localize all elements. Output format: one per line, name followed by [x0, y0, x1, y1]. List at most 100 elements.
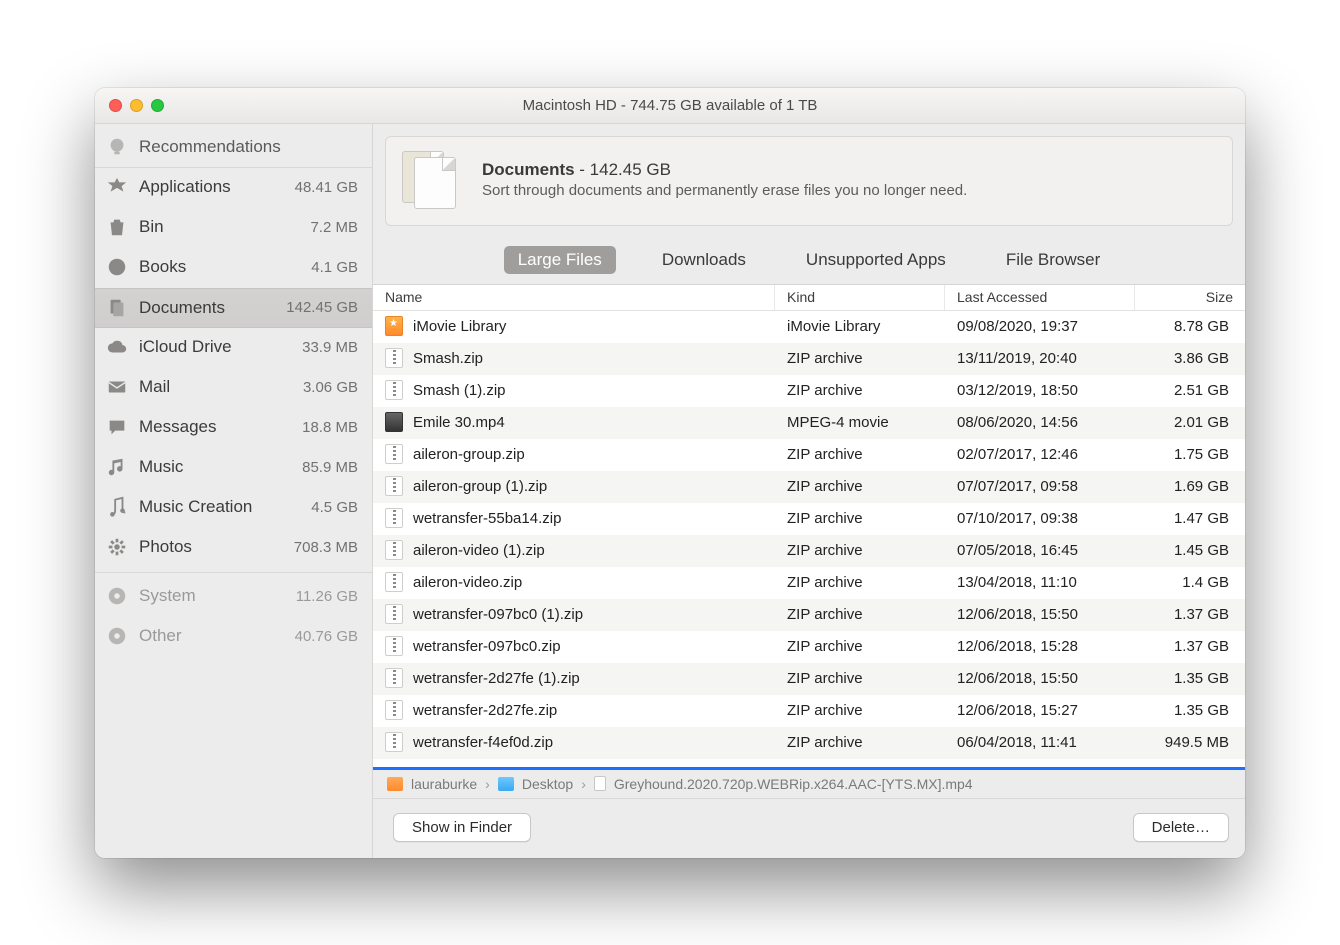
sidebar-item-music-creation[interactable]: Music Creation 4.5 GB [95, 488, 372, 528]
path-segment-file[interactable]: Greyhound.2020.720p.WEBRip.x264.AAC-[YTS… [614, 776, 973, 792]
table-row[interactable]: wetransfer-2d27fe.zipZIP archive12/06/20… [373, 695, 1245, 727]
file-last-accessed: 07/05/2018, 16:45 [945, 542, 1135, 559]
sidebar-item-icloud-drive[interactable]: iCloud Drive 33.9 MB [95, 328, 372, 368]
file-name: aileron-group (1).zip [413, 478, 547, 495]
table-row[interactable]: wetransfer-097bc0 (1).zipZIP archive12/0… [373, 599, 1245, 631]
table-row[interactable]: wetransfer-f4ef0d.zipZIP archive06/04/20… [373, 727, 1245, 759]
sidebar-item-applications[interactable]: Applications48.41 GB [95, 168, 372, 208]
documents-stack-icon [402, 151, 464, 209]
file-last-accessed: 12/06/2018, 15:28 [945, 638, 1135, 655]
disc-icon [105, 584, 129, 608]
table-row[interactable]: wetransfer-2d27fe (1).zip ZIP archive12/0… [373, 663, 1245, 695]
sidebar-item-label: Books [139, 257, 301, 277]
zip-file-icon [385, 700, 403, 720]
column-header-last-accessed[interactable]: Last Accessed [945, 285, 1135, 310]
file-name: Emile 30.mp4 [413, 414, 505, 431]
home-folder-icon [387, 777, 403, 791]
icloud-icon [105, 335, 129, 359]
table-row[interactable]: iMovie LibraryiMovie Library09/08/2020, … [373, 311, 1245, 343]
column-header-size[interactable]: Size [1135, 285, 1245, 310]
sidebar-item-label: Mail [139, 377, 293, 397]
sidebar-item-label: Applications [139, 177, 285, 197]
sidebar-item-size: 18.8 MB [302, 419, 358, 436]
sidebar-item-label: iCloud Drive [139, 337, 292, 357]
file-name: iMovie Library [413, 318, 506, 335]
file-kind: ZIP archive [775, 734, 945, 751]
file-last-accessed: 12/06/2018, 15:50 [945, 606, 1135, 623]
sidebar-item-music[interactable]: Music85.9 MB [95, 448, 372, 488]
table-header-row: Name Kind Last Accessed Size [373, 285, 1245, 311]
tab-large-files[interactable]: Large Files [504, 246, 616, 274]
table-row[interactable]: Smash.zipZIP archive13/11/2019, 20:403.8… [373, 343, 1245, 375]
file-size: 1.75 GB [1135, 446, 1245, 463]
sidebar-item-recommendations[interactable]: Recommendations [95, 128, 372, 168]
file-kind: ZIP archive [775, 382, 945, 399]
sidebar-item-photos[interactable]: Photos708.3 MB [95, 528, 372, 568]
zip-file-icon [385, 508, 403, 528]
table-row[interactable]: wetransfer-097bc0.zipZIP archive12/06/20… [373, 631, 1245, 663]
file-last-accessed: 07/07/2017, 09:58 [945, 478, 1135, 495]
file-table: Name Kind Last Accessed Size iMovie Libr… [373, 284, 1245, 770]
sidebar-item-label: Music [139, 457, 292, 477]
sidebar-item-size: 33.9 MB [302, 339, 358, 356]
file-last-accessed: 02/07/2017, 12:46 [945, 446, 1135, 463]
table-row[interactable]: Smash (1).zip ZIP archive03/12/2019, 18:5… [373, 375, 1245, 407]
sidebar-item-label: Music Creation [139, 497, 301, 517]
column-header-kind[interactable]: Kind [775, 285, 945, 310]
table-row[interactable]: wetransfer-55ba14.zipZIP archive07/10/20… [373, 503, 1245, 535]
path-segment-home[interactable]: lauraburke [411, 776, 477, 792]
column-header-name[interactable]: Name [373, 285, 775, 310]
sidebar-item-messages[interactable]: Messages18.8 MB [95, 408, 372, 448]
file-last-accessed: 13/11/2019, 20:40 [945, 350, 1135, 367]
sidebar-item-size: 4.5 GB [311, 499, 358, 516]
file-last-accessed: 06/04/2018, 11:41 [945, 734, 1135, 751]
lightbulb-icon [105, 135, 129, 159]
file-size: 1.37 GB [1135, 606, 1245, 623]
table-row[interactable]: aileron-video.zipZIP archive13/04/2018, … [373, 567, 1245, 599]
books-icon [105, 255, 129, 279]
minimize-window-button[interactable] [130, 99, 143, 112]
file-name: wetransfer-2d27fe (1).zip [413, 670, 580, 687]
tab-file-browser[interactable]: File Browser [992, 246, 1114, 274]
sidebar-divider [95, 572, 372, 573]
file-size: 8.78 GB [1135, 318, 1245, 335]
path-segment-folder[interactable]: Desktop [522, 776, 573, 792]
file-kind: ZIP archive [775, 478, 945, 495]
view-tabs: Large Files Downloads Unsupported Apps File… [504, 246, 1115, 274]
tab-unsupported-apps[interactable]: Unsupported Apps [792, 246, 960, 274]
sidebar-item-bin[interactable]: Bin7.2 MB [95, 208, 372, 248]
table-row[interactable]: aileron-group (1).zip ZIP archive07/07/20… [373, 471, 1245, 503]
sidebar-item-other: Other40.76 GB [95, 617, 372, 657]
file-kind: ZIP archive [775, 446, 945, 463]
file-size: 2.01 GB [1135, 414, 1245, 431]
path-bar: lauraburke › Desktop › Greyhound.2020.72… [373, 770, 1245, 799]
sidebar-item-size: 3.06 GB [303, 379, 358, 396]
file-last-accessed: 12/06/2018, 15:50 [945, 670, 1135, 687]
mail-icon [105, 375, 129, 399]
sidebar-item-size: 708.3 MB [294, 539, 358, 556]
table-row[interactable]: aileron-group.zip ZIP archive02/07/2017, … [373, 439, 1245, 471]
bin-icon [105, 215, 129, 239]
table-row[interactable]: aileron-video (1).zipZIP archive07/05/20… [373, 535, 1245, 567]
fullscreen-window-button[interactable] [151, 99, 164, 112]
sidebar-item-books[interactable]: Books4.1 GB [95, 248, 372, 288]
table-row[interactable]: Emile 30.mp4MPEG-4 movie08/06/2020, 14:5… [373, 407, 1245, 439]
tab-downloads[interactable]: Downloads [648, 246, 760, 274]
file-icon [594, 776, 606, 791]
sidebar-item-mail[interactable]: Mail 3.06 GB [95, 368, 372, 408]
delete-button[interactable]: Delete… [1133, 813, 1229, 842]
show-in-finder-button[interactable]: Show in Finder [393, 813, 531, 842]
sidebar-item-label: Recommendations [139, 137, 358, 157]
file-name: Smash (1).zip [413, 382, 506, 399]
file-last-accessed: 08/06/2020, 14:56 [945, 414, 1135, 431]
sidebar-item-system: System11.26 GB [95, 577, 372, 617]
close-window-button[interactable] [109, 99, 122, 112]
file-name: aileron-group.zip [413, 446, 525, 463]
file-kind: ZIP archive [775, 510, 945, 527]
sidebar-item-documents[interactable]: Documents142.45 GB [95, 288, 372, 328]
titlebar: Macintosh HD - 744.75 GB available of 1 … [95, 88, 1245, 124]
music-icon [105, 455, 129, 479]
file-kind: ZIP archive [775, 670, 945, 687]
sidebar-item-size: 7.2 MB [310, 219, 358, 236]
file-last-accessed: 03/12/2019, 18:50 [945, 382, 1135, 399]
